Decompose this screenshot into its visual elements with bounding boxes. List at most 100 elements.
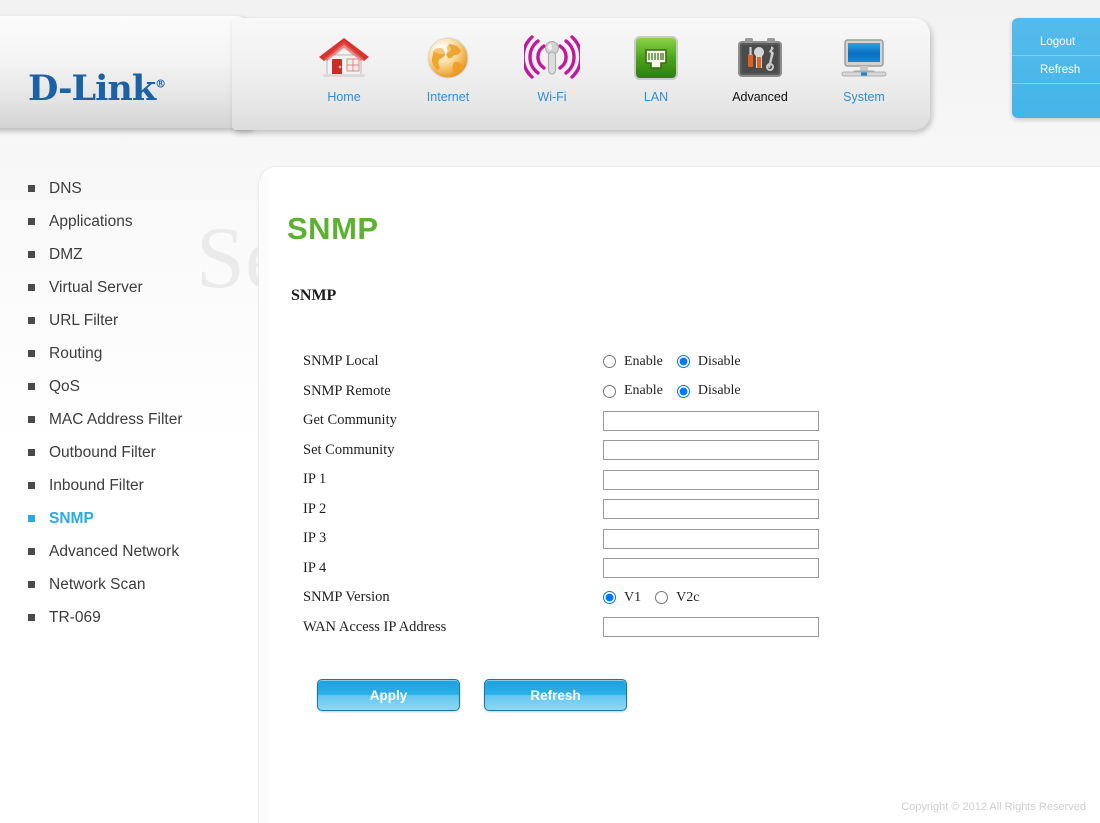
nav-label-advanced: Advanced <box>732 90 788 104</box>
wifi-icon <box>500 32 604 84</box>
nav-item-internet[interactable]: Internet <box>396 26 500 104</box>
registered-mark-icon: ® <box>155 77 166 91</box>
bullet-icon <box>28 383 35 390</box>
sidebar-item-network-scan[interactable]: Network Scan <box>0 568 258 601</box>
set-community-input[interactable] <box>603 440 819 461</box>
sidebar-item-qos[interactable]: QoS <box>0 370 258 403</box>
copyright-text: Copyright © 2012 All Rights Reserved <box>901 801 1086 813</box>
refresh-button[interactable]: Refresh <box>484 679 627 711</box>
sidebar-label: Inbound Filter <box>49 476 144 494</box>
toolbox-icon <box>708 32 812 84</box>
snmp-remote-radio-group: Enable Disable <box>603 383 750 399</box>
snmp-local-enable-radio[interactable] <box>603 355 616 369</box>
bullet-icon <box>28 449 35 456</box>
ethernet-port-icon <box>604 32 708 84</box>
bullet-icon <box>28 614 35 621</box>
bullet-icon <box>28 581 35 588</box>
snmp-remote-enable-label[interactable]: Enable <box>624 383 663 399</box>
label-wan-access-ip: WAN Access IP Address <box>303 618 447 635</box>
sidebar-menu: DNS Applications DMZ Virtual Server URL … <box>0 172 258 634</box>
label-snmp-local: SNMP Local <box>303 353 379 370</box>
nav-item-wifi[interactable]: Wi-Fi <box>500 26 604 104</box>
bullet-icon <box>28 284 35 291</box>
nav-item-lan[interactable]: LAN <box>604 26 708 104</box>
label-get-community: Get Community <box>303 412 397 429</box>
sidebar-item-inbound-filter[interactable]: Inbound Filter <box>0 469 258 502</box>
sidebar-label: MAC Address Filter <box>49 410 183 428</box>
row-snmp-local: SNMP Local Enable Disable <box>303 347 1083 377</box>
sidebar-item-dmz[interactable]: DMZ <box>0 238 258 271</box>
wan-access-ip-input[interactable] <box>603 617 819 638</box>
ip3-input[interactable] <box>603 528 819 549</box>
sidebar-label: Advanced Network <box>49 542 180 560</box>
sidebar-label: Routing <box>49 344 103 362</box>
row-wan-access-ip: WAN Access IP Address <box>303 613 1083 643</box>
label-snmp-remote: SNMP Remote <box>303 382 391 399</box>
row-ip4: IP 4 <box>303 554 1083 584</box>
sidebar-label: DNS <box>49 179 82 197</box>
label-ip4: IP 4 <box>303 559 327 576</box>
nav-item-system[interactable]: System <box>812 26 916 104</box>
row-ip3: IP 3 <box>303 524 1083 554</box>
snmp-local-disable-label[interactable]: Disable <box>698 354 741 370</box>
brand-logo-panel: D-Link® <box>0 16 250 128</box>
row-get-community: Get Community <box>303 406 1083 436</box>
get-community-input[interactable] <box>603 410 819 431</box>
monitor-icon <box>812 32 916 84</box>
nav-label-wifi: Wi-Fi <box>537 90 567 104</box>
snmp-version-v2c-radio[interactable] <box>655 591 669 605</box>
main-nav-panel: Home Internet Wi-Fi LAN Advanced System <box>232 18 930 130</box>
snmp-local-enable-label[interactable]: Enable <box>624 354 663 370</box>
section-title: SNMP <box>291 287 337 304</box>
snmp-version-radio-group: V1 V2c <box>603 590 708 606</box>
bullet-icon <box>28 317 35 324</box>
sidebar-item-url-filter[interactable]: URL Filter <box>0 304 258 337</box>
ip1-input[interactable] <box>603 469 819 490</box>
nav-label-home: Home <box>327 90 361 104</box>
page-title: SNMP <box>287 211 379 246</box>
sidebar-item-snmp[interactable]: SNMP <box>0 502 258 535</box>
row-snmp-version: SNMP Version V1 V2c <box>303 583 1083 613</box>
snmp-version-v1-label[interactable]: V1 <box>624 590 641 606</box>
label-set-community: Set Community <box>303 441 395 458</box>
snmp-version-v1-radio[interactable] <box>603 591 616 605</box>
snmp-version-v2c-label[interactable]: V2c <box>676 590 699 606</box>
sidebar-label: SNMP <box>49 509 94 527</box>
globe-icon <box>396 32 500 84</box>
nav-label-internet: Internet <box>426 90 470 104</box>
snmp-remote-disable-label[interactable]: Disable <box>698 383 741 399</box>
bullet-icon <box>28 350 35 357</box>
sidebar-item-virtual-server[interactable]: Virtual Server <box>0 271 258 304</box>
row-snmp-remote: SNMP Remote Enable Disable <box>303 377 1083 407</box>
sidebar-item-dns[interactable]: DNS <box>0 172 258 205</box>
sidebar-item-mac-address-filter[interactable]: MAC Address Filter <box>0 403 258 436</box>
snmp-settings-form: SNMP Local Enable Disable SNMP Remote En… <box>303 347 1083 642</box>
apply-button[interactable]: Apply <box>317 679 460 711</box>
session-actions-panel: Logout Refresh <box>1012 18 1100 118</box>
sidebar-label: Applications <box>49 212 133 230</box>
bullet-icon <box>28 185 35 192</box>
main-content-panel: SNMP SNMP SNMP Local Enable Disable SNMP… <box>258 166 1100 823</box>
nav-item-advanced[interactable]: Advanced <box>708 26 812 104</box>
house-icon <box>292 32 396 84</box>
snmp-remote-disable-radio[interactable] <box>676 384 690 398</box>
router-admin-page: SetupRouter.com D-Link® <box>0 0 1100 823</box>
sidebar-label: QoS <box>49 377 81 395</box>
nav-item-home[interactable]: Home <box>292 26 396 104</box>
sidebar-item-applications[interactable]: Applications <box>0 205 258 238</box>
sidebar-item-outbound-filter[interactable]: Outbound Filter <box>0 436 258 469</box>
label-ip3: IP 3 <box>303 530 327 547</box>
sidebar-label: Virtual Server <box>49 278 143 296</box>
label-ip1: IP 1 <box>303 471 327 488</box>
ip2-input[interactable] <box>603 499 819 520</box>
snmp-local-disable-radio[interactable] <box>676 355 690 369</box>
sidebar-item-routing[interactable]: Routing <box>0 337 258 370</box>
sidebar-item-tr-069[interactable]: TR-069 <box>0 601 258 634</box>
sidebar-item-advanced-network[interactable]: Advanced Network <box>0 535 258 568</box>
sidebar-label: Outbound Filter <box>49 443 156 461</box>
refresh-button-header[interactable]: Refresh <box>1012 56 1100 84</box>
logout-button[interactable]: Logout <box>1012 28 1100 56</box>
form-actions: Apply Refresh <box>317 679 627 711</box>
ip4-input[interactable] <box>603 558 819 579</box>
snmp-remote-enable-radio[interactable] <box>603 384 616 398</box>
